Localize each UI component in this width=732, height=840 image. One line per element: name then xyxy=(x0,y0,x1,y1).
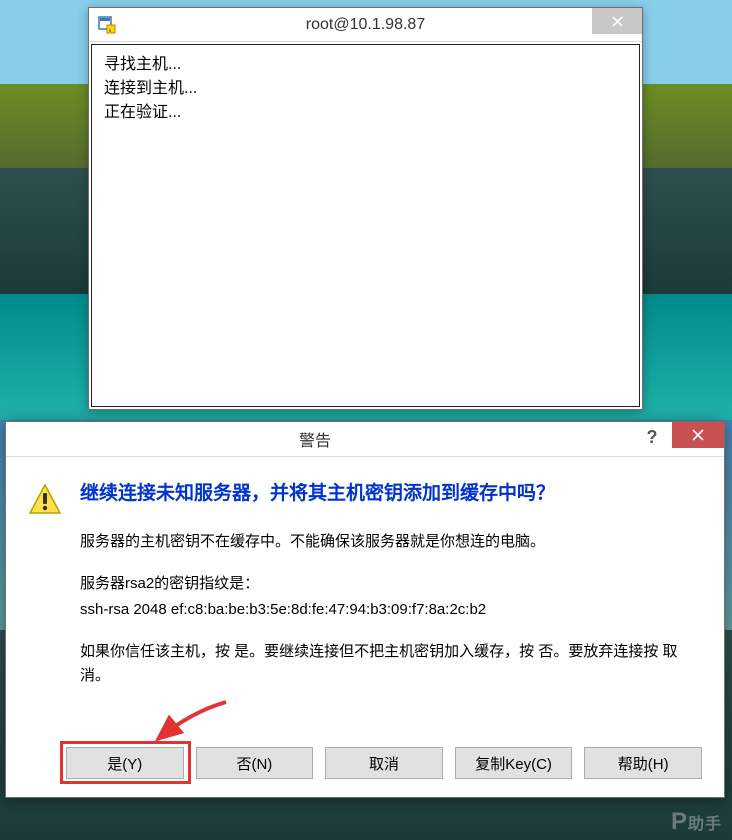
warning-heading: 继续连接未知服务器，并将其主机密钥添加到缓存中吗？ xyxy=(80,481,702,508)
watermark-logo: P助手 xyxy=(671,808,722,836)
help-button[interactable]: 帮助(H) xyxy=(584,747,702,779)
warning-titlebar[interactable]: 警告 ? xyxy=(6,422,724,456)
warning-fingerprint-value: ssh-rsa 2048 ef:c8:ba:be:b3:5e:8d:fe:47:… xyxy=(80,598,702,622)
warning-body: 继续连接未知服务器，并将其主机密钥添加到缓存中吗？ 服务器的主机密钥不在缓存中。… xyxy=(6,456,724,797)
terminal-line: 正在验证... xyxy=(104,101,627,125)
warning-dialog: 警告 ? 继续连接未知服务器，并将其主机密钥添加到缓存中吗？ 服务器的主机密钥不… xyxy=(5,421,725,798)
terminal-window: root@10.1.98.87 寻找主机... 连接到主机... 正在验证... xyxy=(88,7,643,410)
terminal-titlebar[interactable]: root@10.1.98.87 xyxy=(89,8,642,42)
warning-content: 继续连接未知服务器，并将其主机密钥添加到缓存中吗？ 服务器的主机密钥不在缓存中。… xyxy=(28,481,702,706)
copy-key-button[interactable]: 复制Key(C) xyxy=(455,747,573,779)
cancel-button[interactable]: 取消 xyxy=(325,747,443,779)
warning-close-button[interactable] xyxy=(672,422,724,448)
warning-fingerprint-label: 服务器rsa2的密钥指纹是： xyxy=(80,572,702,596)
yes-button[interactable]: 是(Y) xyxy=(66,747,184,779)
warning-para-cache: 服务器的主机密钥不在缓存中。不能确保该服务器就是你想连的电脑。 xyxy=(80,530,702,554)
terminal-line: 连接到主机... xyxy=(104,77,627,101)
terminal-title: root@10.1.98.87 xyxy=(89,16,642,34)
titlebar-help-button[interactable]: ? xyxy=(632,422,672,452)
warning-icon xyxy=(28,483,62,517)
button-row: 是(Y) 否(N) 取消 复制Key(C) 帮助(H) xyxy=(66,747,702,779)
warning-instructions: 如果你信任该主机，按 是。要继续连接但不把主机密钥加入缓存，按 否。要放弃连接按… xyxy=(80,640,702,688)
terminal-body[interactable]: 寻找主机... 连接到主机... 正在验证... xyxy=(91,44,640,407)
close-icon xyxy=(612,16,623,27)
warning-title: 警告 xyxy=(6,427,624,451)
terminal-close-button[interactable] xyxy=(592,8,642,34)
close-icon xyxy=(692,429,704,441)
terminal-line: 寻找主机... xyxy=(104,53,627,77)
no-button[interactable]: 否(N) xyxy=(196,747,314,779)
warning-text: 继续连接未知服务器，并将其主机密钥添加到缓存中吗？ 服务器的主机密钥不在缓存中。… xyxy=(80,481,702,706)
